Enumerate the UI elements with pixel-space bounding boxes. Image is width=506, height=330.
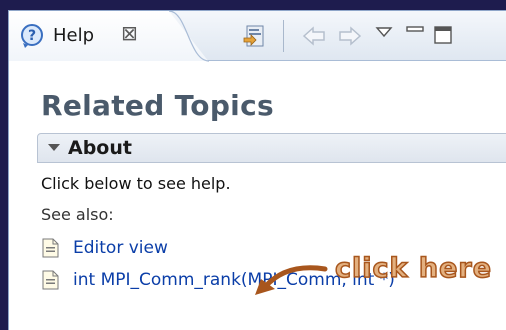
- close-icon[interactable]: ⊠: [121, 21, 138, 45]
- forward-icon[interactable]: [337, 22, 363, 50]
- view-toolbar: ? Help ⊠: [9, 11, 506, 62]
- show-in-contents-icon[interactable]: [241, 22, 269, 50]
- section-title: About: [68, 137, 132, 159]
- help-view: ? Help ⊠ Related Topics About Click belo…: [8, 10, 506, 330]
- section-description: Click below to see help.: [41, 174, 231, 193]
- svg-text:?: ?: [28, 28, 36, 44]
- tab-edge: [168, 11, 210, 62]
- click-here-annotation: click here: [334, 252, 493, 285]
- page-title: Related Topics: [41, 89, 274, 122]
- help-icon: ?: [21, 24, 43, 48]
- chevron-down-icon[interactable]: [48, 144, 60, 151]
- see-also-label: See also:: [41, 205, 114, 224]
- document-icon: [42, 238, 59, 258]
- document-icon: [42, 270, 59, 290]
- minimize-icon[interactable]: [405, 22, 425, 50]
- annotation-arrow: [255, 265, 328, 295]
- toolbar-separator: [283, 20, 284, 52]
- link-editor-view[interactable]: Editor view: [73, 238, 168, 258]
- back-icon[interactable]: [301, 22, 327, 50]
- maximize-icon[interactable]: [433, 22, 453, 50]
- tab-label: Help: [53, 25, 95, 46]
- view-menu-icon[interactable]: [375, 22, 393, 50]
- about-section-header[interactable]: About: [37, 133, 506, 163]
